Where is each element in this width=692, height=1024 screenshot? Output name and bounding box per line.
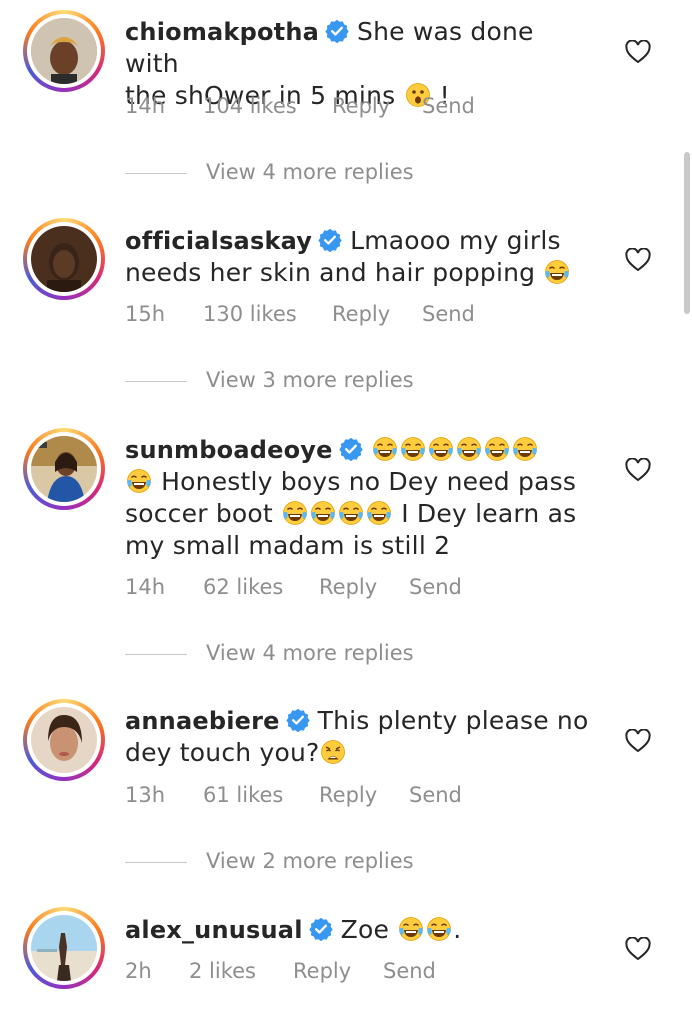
comment-text-line: my small madam is still 2 <box>125 531 451 560</box>
comment-time: 15h <box>125 302 166 326</box>
like-heart-icon[interactable] <box>625 248 651 272</box>
avatar[interactable] <box>23 10 105 92</box>
view-more-replies[interactable]: View 2 more replies <box>125 847 414 875</box>
view-more-replies-label[interactable]: View 3 more replies <box>206 368 414 392</box>
comment-username[interactable]: alex_unusual <box>125 916 303 944</box>
comment-text-line: needs her skin and hair popping <box>125 258 536 287</box>
avatar[interactable] <box>23 428 105 510</box>
comment-text-line: I Dey learn as <box>401 499 577 528</box>
reply-button[interactable]: Reply <box>293 957 383 985</box>
tears-of-joy-emoji-icon <box>400 436 426 462</box>
comment-likes[interactable]: 62 likes <box>203 573 319 601</box>
comment-meta: 14h 104 likes Reply Send <box>125 92 475 120</box>
send-button[interactable]: Send <box>422 300 475 328</box>
like-heart-icon[interactable] <box>625 937 651 961</box>
comment-time: 14h <box>125 94 166 118</box>
view-more-replies-label[interactable]: View 4 more replies <box>206 160 414 184</box>
like-heart-icon[interactable] <box>625 458 651 482</box>
send-button[interactable]: Send <box>383 957 436 985</box>
comment-item: chiomakpotha She was done with the shOwer… <box>0 0 692 200</box>
send-button[interactable]: Send <box>409 781 462 809</box>
view-more-replies-label[interactable]: View 4 more replies <box>206 641 414 665</box>
comment-likes[interactable]: 2 likes <box>189 957 293 985</box>
comment-likes[interactable]: 61 likes <box>203 781 319 809</box>
replies-divider <box>125 653 187 655</box>
comment-item: officialsaskay Lmaooo my girls needs her … <box>0 208 692 408</box>
tears-of-joy-emoji-icon <box>426 916 452 942</box>
comment-meta: 2h 2 likes Reply Send <box>125 957 436 985</box>
verified-badge-icon <box>325 19 349 43</box>
comment-text: annaebiere This plenty please no dey touc… <box>125 705 595 769</box>
avatar[interactable] <box>23 907 105 989</box>
comment-likes[interactable]: 130 likes <box>203 300 332 328</box>
comment-text-line: Honestly boys no Dey need pass <box>161 467 577 496</box>
reply-button[interactable]: Reply <box>332 300 422 328</box>
view-more-replies[interactable]: View 3 more replies <box>125 366 414 394</box>
comment-item: sunmboadeoye Honestly boys no Dey need p… <box>0 418 692 680</box>
comment-time: 2h <box>125 959 152 983</box>
comment-username[interactable]: chiomakpotha <box>125 18 319 46</box>
tears-of-joy-emoji-icon <box>310 500 336 526</box>
reply-button[interactable]: Reply <box>332 92 422 120</box>
tears-of-joy-emoji-icon <box>366 500 392 526</box>
tears-of-joy-emoji-icon <box>398 916 424 942</box>
comment-item: alex_unusual Zoe . 2h 2 likes Reply Send <box>0 897 692 1024</box>
comment-meta: 14h 62 likes Reply Send <box>125 573 462 601</box>
view-more-replies[interactable]: View 4 more replies <box>125 639 414 667</box>
like-heart-icon[interactable] <box>625 40 651 64</box>
comment-text-suffix: . <box>453 915 462 944</box>
comment-username[interactable]: officialsaskay <box>125 227 312 255</box>
verified-badge-icon <box>318 228 342 252</box>
comment-meta: 13h 61 likes Reply Send <box>125 781 462 809</box>
comment-text-line: Lmaooo my girls <box>350 226 561 255</box>
replies-divider <box>125 380 187 382</box>
tears-of-joy-emoji-icon <box>428 436 454 462</box>
avatar[interactable] <box>23 699 105 781</box>
comment-time: 14h <box>125 575 166 599</box>
tears-of-joy-emoji-icon <box>512 436 538 462</box>
reply-button[interactable]: Reply <box>319 781 409 809</box>
comment-username[interactable]: annaebiere <box>125 707 280 735</box>
tears-of-joy-emoji-icon <box>484 436 510 462</box>
tears-of-joy-emoji-icon <box>544 259 570 285</box>
comment-text: alex_unusual Zoe . <box>125 914 595 946</box>
send-button[interactable]: Send <box>422 92 475 120</box>
verified-badge-icon <box>309 917 333 941</box>
comment-meta: 15h 130 likes Reply Send <box>125 300 475 328</box>
send-button[interactable]: Send <box>409 573 462 601</box>
comment-text: sunmboadeoye Honestly boys no Dey need p… <box>125 434 595 562</box>
comment-username[interactable]: sunmboadeoye <box>125 436 333 464</box>
comment-text-line: This plenty please no <box>317 706 589 735</box>
comment-text: officialsaskay Lmaooo my girls needs her … <box>125 225 595 289</box>
tears-of-joy-emoji-icon <box>338 500 364 526</box>
replies-divider <box>125 172 187 174</box>
comment-time: 13h <box>125 783 166 807</box>
tears-of-joy-emoji-icon <box>456 436 482 462</box>
comment-item: annaebiere This plenty please no dey touc… <box>0 689 692 889</box>
comment-text-line: dey touch you? <box>125 738 320 767</box>
like-heart-icon[interactable] <box>625 729 651 753</box>
reply-button[interactable]: Reply <box>319 573 409 601</box>
verified-badge-icon <box>286 708 310 732</box>
comment-text-line: soccer boot <box>125 499 273 528</box>
verified-badge-icon <box>339 437 363 461</box>
scrollbar[interactable] <box>684 152 690 314</box>
comment-likes[interactable]: 104 likes <box>203 92 332 120</box>
view-more-replies[interactable]: View 4 more replies <box>125 158 414 186</box>
tears-of-joy-emoji-icon <box>126 468 152 494</box>
avatar[interactable] <box>23 218 105 300</box>
weary-emoji-icon <box>320 739 346 765</box>
view-more-replies-label[interactable]: View 2 more replies <box>206 849 414 873</box>
replies-divider <box>125 861 187 863</box>
tears-of-joy-emoji-icon <box>282 500 308 526</box>
tears-of-joy-emoji-icon <box>372 436 398 462</box>
comment-text-line: Zoe <box>340 915 390 944</box>
